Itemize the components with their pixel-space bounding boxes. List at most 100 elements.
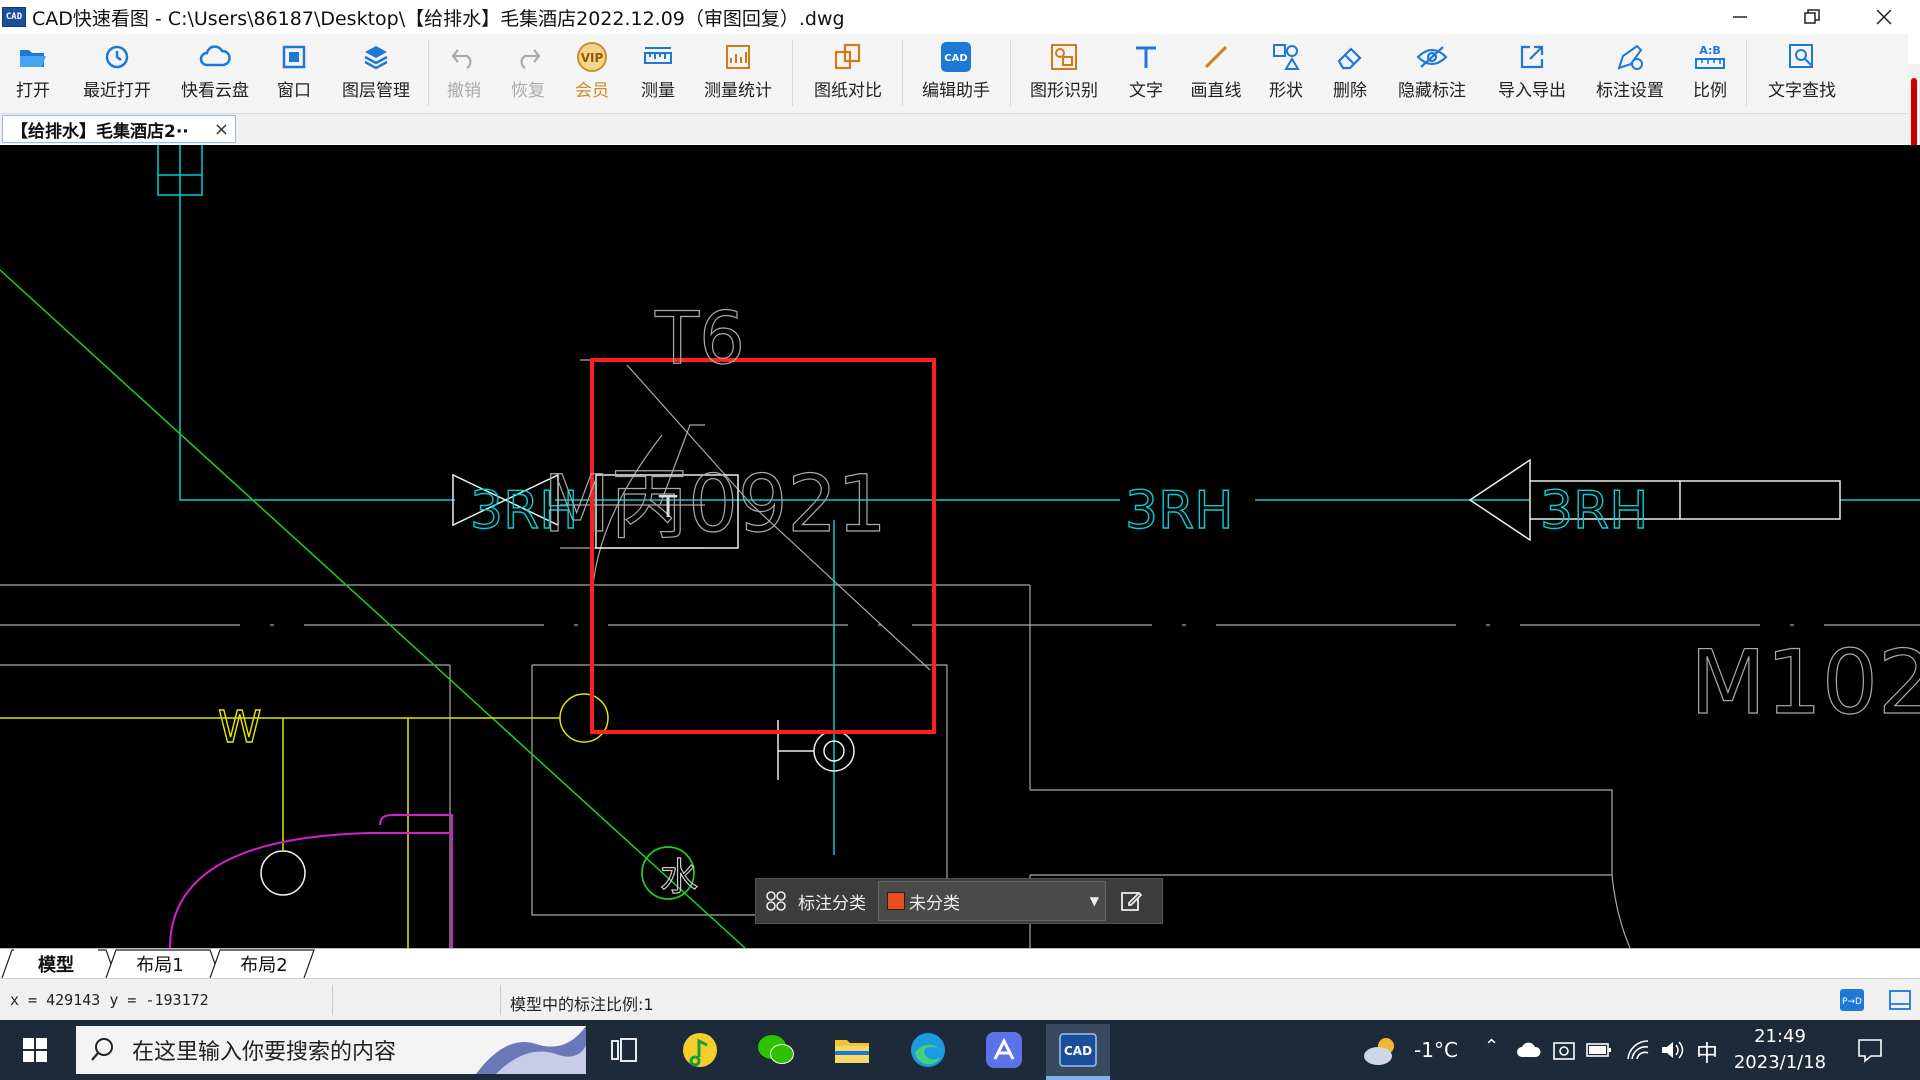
label-door-m102: M102 [1690,631,1920,734]
annotation-category-label: 标注分类 [798,893,866,914]
scale-button[interactable]: A:B 比例 [1690,40,1730,110]
window-title: CAD快速看图 - C:\Users\86187\Desktop\【给排水】毛集… [32,7,845,30]
cloud-icon [199,45,231,67]
text-icon [1136,46,1156,68]
import-export-button[interactable]: 导入导出 [1494,40,1570,110]
recent-open-button[interactable]: 最近打开 [76,40,158,110]
shape-recognize-icon [1051,44,1077,70]
title-bar: CAD CAD快速看图 - C:\Users\86187\Desktop\【给排… [0,0,1920,34]
hide-eye-icon [1416,46,1448,68]
open-button[interactable]: 打开 [10,40,56,110]
start-button[interactable] [0,1020,70,1080]
annotation-settings-icon [1617,44,1643,70]
music-app-icon [683,1033,717,1067]
task-view-button[interactable] [592,1024,656,1076]
svg-text:CAD: CAD [944,53,967,64]
layer-manager-button[interactable]: 图层管理 [336,40,416,110]
edit-assistant-button[interactable]: CAD 编辑助手 [918,40,994,110]
taskbar-app-explorer[interactable] [820,1024,884,1076]
input-method-indicator[interactable]: 中 [1696,1036,1718,1068]
taskbar-app-editor[interactable] [972,1024,1036,1076]
taskbar-search[interactable]: 在这里输入你要搜索的内容 [76,1026,586,1074]
dropdown-caret-icon: ▼ [1089,894,1099,908]
close-button[interactable] [1848,0,1920,34]
label-door-m0921: M丙0921 [543,460,887,550]
taskbar-app-wechat[interactable] [744,1024,808,1076]
svg-text:VIP: VIP [581,51,604,65]
wechat-icon [758,1035,794,1064]
document-tab-bar: 【给排水】毛集酒店2·· × [0,114,1908,144]
volume-icon[interactable] [1660,1039,1684,1061]
window-controls [1704,0,1920,34]
annotation-category-value: 未分类 [909,893,960,914]
cloud-drive-button[interactable]: 快看云盘 [174,40,256,110]
annotation-scale-text: 模型中的标注比例:1 [510,995,654,1014]
layers-icon [364,46,388,70]
compare-button[interactable]: 图纸对比 [810,40,886,110]
redo-button[interactable]: 恢复 [508,40,548,110]
svg-text:P→D: P→D [1842,997,1862,1007]
taskbar-app-edge[interactable] [896,1024,960,1076]
drawing-canvas[interactable]: T6 3RH 3RH 3RH M丙0921 M102 W 水 T [0,145,1920,948]
tray-expand-icon[interactable]: ⌃ [1484,1036,1499,1057]
taskbar-app-cad[interactable]: CAD [1046,1024,1110,1076]
recent-clock-icon [105,45,129,69]
vip-button[interactable]: VIP 会员 [572,40,612,110]
label-t6: T6 [654,296,745,380]
search-icon [91,1038,113,1061]
annotation-settings-button[interactable]: 标注设置 [1592,40,1668,110]
scale-icon: A:B [1695,44,1725,69]
tab-layout1[interactable]: 布局1 [118,949,202,979]
restore-icon [1804,9,1820,24]
main-toolbar: 打开 最近打开 快看云盘 窗口 图层管理 撤销 恢复 VIP 会员 测量 测量统… [0,34,1908,114]
search-highlight-image [476,1026,586,1074]
hide-annotation-button[interactable]: 隐藏标注 [1394,40,1470,110]
annotation-category-select[interactable]: 未分类 ▼ [878,881,1106,921]
text-button[interactable]: 文字 [1126,40,1166,110]
restore-button[interactable] [1776,0,1848,34]
window-icon [282,45,306,69]
minimize-button[interactable] [1704,0,1776,34]
tab-close-icon[interactable]: × [214,119,229,140]
redo-icon [520,49,541,69]
shape-recognize-button[interactable]: 图形识别 [1026,40,1102,110]
document-tab[interactable]: 【给排水】毛集酒店2·· × [2,115,236,143]
measure-button[interactable]: 测量 [638,40,678,110]
undo-button[interactable]: 撤销 [444,40,484,110]
shapes-button[interactable]: 形状 [1266,40,1306,110]
taskbar-clock[interactable]: 21:49 2023/1/18 [1720,1024,1840,1076]
pdf-convert-icon[interactable]: P→D [1840,989,1864,1011]
notification-icon[interactable] [1856,1037,1884,1063]
measure-stats-button[interactable]: 测量统计 [700,40,776,110]
eraser-icon [1337,47,1362,70]
screenshot-tool-icon[interactable] [1552,1039,1576,1061]
task-view-icon [611,1038,637,1062]
taskbar-app-music[interactable] [668,1024,732,1076]
app-logo-icon: CAD [2,7,26,27]
label-box-t: T [658,490,678,525]
label-pipe-3rh-right: 3RH [1540,481,1648,541]
tab-layout2[interactable]: 布局2 [222,949,306,979]
onedrive-cloud-icon[interactable] [1516,1041,1542,1059]
edit-icon[interactable] [1106,879,1156,923]
vip-icon: VIP [577,42,607,72]
taskbar: 在这里输入你要搜索的内容 CAD -1°C ⌃ 中 21:49 2023/1/1… [0,1020,1920,1080]
label-pipe-3rh-center: 3RH [1125,481,1233,541]
battery-icon[interactable] [1586,1041,1612,1059]
label-water: 水 [660,855,698,899]
grid-icon[interactable] [756,879,796,923]
delete-button[interactable]: 删除 [1330,40,1370,110]
panel-toggle-icon[interactable] [1888,989,1912,1011]
tab-model[interactable]: 模型 [14,949,98,979]
text-search-button[interactable]: 文字查找 [1764,40,1840,110]
wifi-icon[interactable] [1626,1039,1650,1061]
line-icon [1204,45,1228,69]
window-button[interactable]: 窗口 [274,40,314,110]
draw-line-button[interactable]: 画直线 [1188,40,1244,110]
svg-text:CAD: CAD [1064,1044,1092,1058]
clock-time: 21:49 [1754,1026,1806,1047]
close-icon [1876,9,1892,25]
svg-text:A:B: A:B [1699,44,1721,57]
windows-logo-icon [23,1038,47,1062]
minimize-icon [1733,16,1747,18]
